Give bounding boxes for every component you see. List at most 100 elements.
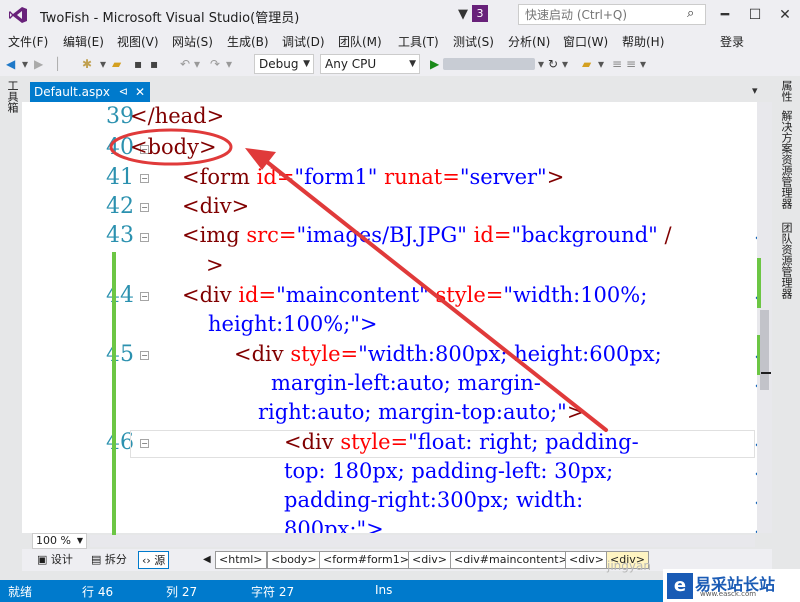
properties-tab[interactable]: 属性 [774,80,798,102]
code-token: id= [238,283,277,307]
menu-edit[interactable]: 编辑(E) [63,33,104,50]
code-token: "width:800px; height:600px; [358,342,662,366]
breadcrumb-div[interactable]: <div> [408,551,451,569]
horizontal-scrollbar[interactable] [90,535,755,547]
collapse-icon[interactable]: − [140,233,149,242]
sign-in-link[interactable]: 登录 [720,33,744,50]
menu-test[interactable]: 测试(S) [453,33,494,50]
redo-icon[interactable]: ↷ [210,54,220,74]
menu-analyze[interactable]: 分析(N) [508,33,550,50]
platform-select[interactable]: Any CPU ▼ [320,54,420,74]
design-view-icon: ▣ [37,553,51,566]
restore-button[interactable]: ☐ [740,2,770,28]
vertical-scrollbar-thumb[interactable] [760,310,769,390]
menu-build[interactable]: 生成(B) [227,33,269,50]
status-insert-mode: Ins [375,583,393,597]
source-view-button[interactable]: ‹› 源 [138,551,170,569]
find-in-files-icon[interactable]: ▰ [582,54,591,74]
code-token: <img [182,223,240,247]
quick-launch-input[interactable] [518,4,706,25]
code-line-40: <body> [130,135,217,159]
design-view-button[interactable]: ▣ 设计 [34,551,76,569]
solution-config-select[interactable]: Debug ▼ [254,54,314,74]
tab-list-dropdown-icon[interactable]: ▾ [752,84,758,97]
comment-icon[interactable]: ≡ [612,54,622,74]
code-token: > [206,253,224,277]
new-project-dropdown-icon[interactable]: ▾ [100,54,106,74]
save-icon[interactable]: ▪ [134,54,142,74]
redo-dropdown-icon[interactable]: ▾ [226,54,232,74]
code-token: right:auto; margin-top:auto;" [258,400,567,424]
breadcrumb-html[interactable]: <html> [215,551,267,569]
save-all-icon[interactable]: ▪ [150,54,158,74]
line-number: 39 [106,104,134,129]
menu-view[interactable]: 视图(V) [117,33,159,50]
zoom-select[interactable]: 100 % ▼ [32,533,87,549]
back-icon[interactable]: ◀ [6,54,15,74]
chevron-down-icon: ▼ [303,59,310,69]
code-token: "form1" [294,165,378,189]
collapse-icon[interactable]: − [140,203,149,212]
menu-website[interactable]: 网站(S) [172,33,213,50]
breadcrumb-div-maincontent[interactable]: <div#maincontent> [450,551,572,569]
toolbar-overflow-icon[interactable]: ▾ [640,54,646,74]
code-token: id= [473,223,512,247]
menu-team[interactable]: 团队(M) [338,33,382,50]
breadcrumb-left-arrow-icon[interactable]: ◀ [203,551,213,569]
feedback-filter-icon[interactable]: ▼ [458,7,468,22]
undo-dropdown-icon[interactable]: ▾ [194,54,200,74]
solution-explorer-tab[interactable]: 解决方案资源管理器 [774,110,798,209]
line-number: 40 [106,135,134,160]
start-debug-icon[interactable]: ▶ [430,54,439,74]
line-number: 43 [106,223,134,248]
menu-window[interactable]: 窗口(W) [563,33,608,50]
menu-help[interactable]: 帮助(H) [622,33,664,50]
undo-icon[interactable]: ↶ [180,54,190,74]
minimize-button[interactable]: ━ [710,2,740,28]
split-view-button[interactable]: ▤ 拆分 [88,551,130,569]
breadcrumb-body[interactable]: <body> [267,551,321,569]
collapse-icon[interactable]: − [140,292,149,301]
browser-dropdown-icon[interactable]: ▾ [538,54,544,74]
search-icon[interactable]: ⌕ [687,6,694,21]
find-dropdown-icon[interactable]: ▾ [598,54,604,74]
code-line-46-wrap-3: 800px;"> [284,517,384,533]
dropdown-chevron-icon[interactable]: ▾ [22,54,28,74]
tab-default-aspx[interactable]: Default.aspx ⊲ ✕ [30,82,150,102]
status-line: 行 46 [82,585,114,599]
blurred-browser-select[interactable] [443,58,535,70]
pin-icon[interactable]: ⊲ [119,82,128,102]
code-line-46-wrap-1: top: 180px; padding-left: 30px; [284,459,613,483]
uncomment-icon[interactable]: ≡ [626,54,636,74]
menu-debug[interactable]: 调试(D) [282,33,325,50]
code-token: padding-right:300px; width: [284,488,584,512]
code-token: / [664,223,672,247]
toolbox-tab[interactable]: 工具箱 [2,80,20,113]
code-line-43-wrap: > [206,253,224,277]
current-line-highlight [130,430,755,458]
open-file-icon[interactable]: ▰ [112,54,121,74]
code-editor[interactable]: 39 40 41 42 43 44 45 46 − − − − − − − </… [22,102,757,533]
left-tool-rail [0,76,22,580]
forward-icon[interactable]: ▶ [34,54,43,74]
watermark-url: www.easck.com [700,590,757,598]
line-number: 46 [106,430,134,455]
code-token: </head> [130,104,225,128]
new-project-icon[interactable]: ✱ [82,54,92,74]
collapse-icon[interactable]: − [140,351,149,360]
menu-file[interactable]: 文件(F) [8,33,48,50]
menu-tools[interactable]: 工具(T) [398,33,439,50]
notification-badge[interactable]: 3 [472,5,488,22]
code-token: <body> [130,135,217,159]
refresh-dropdown-icon[interactable]: ▾ [562,54,568,74]
breadcrumb-div[interactable]: <div> [565,551,608,569]
close-icon[interactable]: ✕ [135,82,145,102]
team-explorer-tab[interactable]: 团队资源管理器 [774,222,798,299]
breadcrumb-form[interactable]: <form#form1> [319,551,413,569]
line-number: 44 [106,283,134,308]
collapse-icon[interactable]: − [140,174,149,183]
refresh-icon[interactable]: ↻ [548,54,558,74]
code-line-39: </head> [130,104,224,128]
close-button[interactable]: ✕ [770,2,800,28]
code-token: src= [246,223,297,247]
